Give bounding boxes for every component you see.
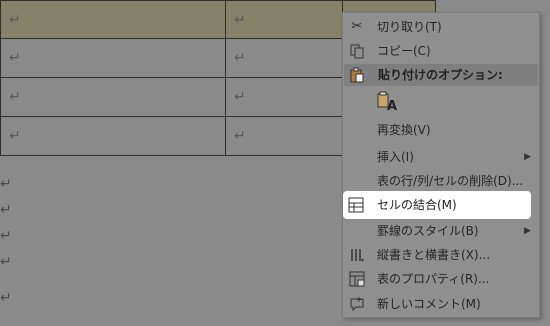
menu-item-border-styles[interactable]: 罫線のスタイル(B) ▶	[343, 219, 539, 243]
paragraph-mark: ↵	[0, 290, 12, 306]
paragraph-mark: ↵	[0, 202, 12, 218]
table-cell[interactable]: ↵	[225, 77, 343, 117]
table-cell[interactable]: ↵	[225, 116, 343, 156]
menu-item-delete-table-parts[interactable]: 表の行/列/セルの削除(D)...	[343, 169, 539, 193]
new-comment-icon	[349, 296, 365, 312]
end-of-cell-mark: ↵	[9, 89, 21, 105]
menu-item-copy[interactable]: コピー(C)	[343, 39, 539, 63]
end-of-cell-mark: ↵	[234, 11, 246, 28]
end-of-cell-mark: ↵	[9, 50, 21, 66]
table-cell[interactable]: ↵	[0, 116, 226, 156]
paragraph-mark: ↵	[0, 228, 12, 244]
end-of-cell-mark: ↵	[9, 128, 21, 144]
context-menu: ✂ 切り取り(T) コピー(C) 貼り付けのオプション: A 再変換(V) 挿入…	[342, 12, 540, 318]
menu-item-merge-cells[interactable]: セルの結合(M)	[343, 191, 531, 219]
table-cell[interactable]: ↵	[0, 38, 226, 78]
paste-options-header: 貼り付けのオプション:	[344, 64, 538, 86]
paragraph-mark: ↵	[0, 254, 12, 270]
table-cell[interactable]: ↵	[225, 0, 343, 39]
end-of-cell-mark: ↵	[234, 128, 246, 144]
end-of-cell-mark: ↵	[234, 50, 246, 66]
merge-cells-icon	[348, 197, 364, 213]
end-of-cell-mark: ↵	[234, 89, 246, 105]
table-cell[interactable]: ↵	[0, 0, 226, 39]
text-direction-icon	[349, 247, 365, 263]
paste-keep-text-only-icon[interactable]: A	[377, 91, 397, 115]
end-of-cell-mark: ↵	[9, 11, 21, 28]
table-cell[interactable]: ↵	[225, 38, 343, 78]
menu-item-cut[interactable]: ✂ 切り取り(T)	[343, 15, 539, 39]
menu-item-new-comment[interactable]: 新しいコメント(M)	[343, 292, 539, 316]
submenu-arrow-icon: ▶	[524, 152, 531, 162]
menu-item-reconvert[interactable]: 再変換(V)	[343, 118, 539, 142]
paragraph-mark: ↵	[0, 176, 12, 192]
menu-item-table-properties[interactable]: 表のプロパティ(R)...	[343, 267, 539, 291]
scissors-icon: ✂	[351, 19, 363, 34]
menu-item-insert[interactable]: 挿入(I) ▶	[343, 145, 539, 169]
table-cell[interactable]: ↵	[0, 77, 226, 117]
clipboard-icon	[349, 67, 365, 83]
submenu-arrow-icon: ▶	[524, 226, 531, 236]
menu-item-text-direction[interactable]: 縦書きと横書き(X)...	[343, 243, 539, 267]
table-properties-icon	[349, 271, 365, 287]
copy-icon	[349, 43, 365, 59]
